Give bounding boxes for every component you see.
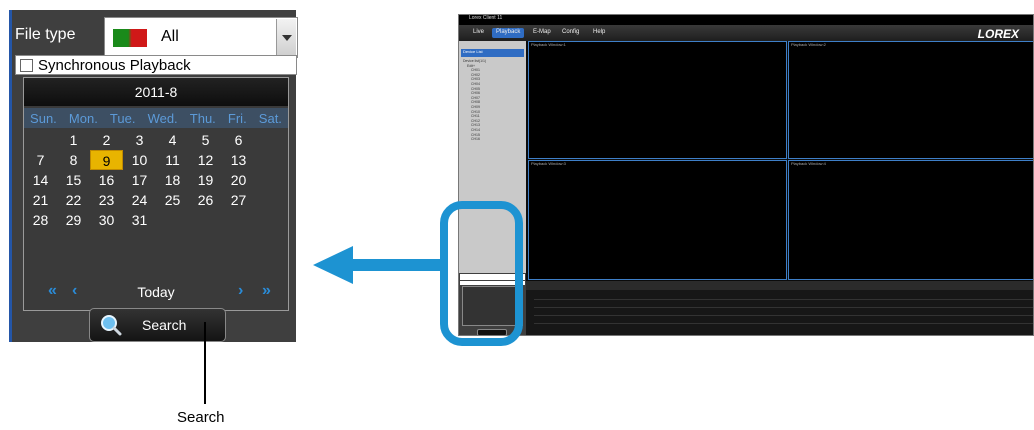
calendar-nav: « ‹ Today › » [24,278,288,308]
device-tree-node[interactable]: Device list(1/1) [463,59,486,64]
calendar: 2011-8 Sun. Mon. Tue. Wed. Thu. Fri. Sat… [23,77,289,311]
calendar-weekday-header: Sun. Mon. Tue. Wed. Thu. Fri. Sat. [24,108,288,128]
weekday-label: Wed. [147,110,178,126]
calendar-day[interactable]: 25 [156,190,189,210]
calendar-week-row: 14 15 16 17 18 19 20 [24,170,288,190]
playback-window-title: Playback Window:2 [791,42,826,47]
weekday-label: Sun. [30,110,57,126]
calendar-day[interactable]: 1 [57,130,90,150]
calendar-day[interactable]: 12 [189,150,222,170]
app-title: Lorex Client 11 [469,15,503,21]
tab-emap[interactable]: E-Map [529,28,555,38]
calendar-month: 2011-8 [24,78,288,106]
file-type-select[interactable]: All [104,17,298,58]
calendar-day[interactable]: 31 [123,210,156,230]
chevron-down-icon[interactable] [276,19,296,56]
file-type-row: File type All [12,12,299,60]
title-bar: Lorex Client 11 [459,15,1033,25]
arrow-left-icon [313,246,443,284]
timeline-track [534,315,1033,316]
calendar-day[interactable]: 2 [90,130,123,150]
calendar-day[interactable]: 7 [24,150,57,170]
calendar-day[interactable]: 24 [123,190,156,210]
calendar-day[interactable]: 15 [57,170,90,190]
weekday-label: Sat. [258,110,282,126]
calendar-day[interactable]: 20 [222,170,255,190]
tab-help[interactable]: Help [589,28,609,38]
calendar-day[interactable]: 6 [222,130,255,150]
device-list-header: Device List [461,49,524,57]
playback-window-3[interactable]: Playback Window:3 [528,160,787,280]
channel-item[interactable]: CH16 [463,137,486,142]
device-tree: Device list(1/1) Edit+ CH01 CH02 CH03 CH04 CH0… [463,59,486,142]
calendar-day[interactable]: 8 [57,150,90,170]
search-button-label: Search [142,317,187,333]
calendar-day[interactable]: 28 [24,210,57,230]
calendar-day[interactable]: 3 [123,130,156,150]
calendar-day[interactable]: 18 [156,170,189,190]
menu-bar: Live Playback E-Map Config Help LOREX [459,25,1033,41]
right-icon[interactable]: › [238,282,243,300]
calendar-day[interactable]: 23 [90,190,123,210]
highlight-ring [440,201,523,346]
callout-line [204,322,206,404]
timeline-controls[interactable] [526,281,1033,290]
calendar-day[interactable]: 16 [90,170,123,190]
calendar-day[interactable]: 26 [189,190,222,210]
calendar-day[interactable]: 21 [24,190,57,210]
calendar-day[interactable]: 13 [222,150,255,170]
playback-window-title: Playback Window:1 [531,42,566,47]
playback-window-4[interactable]: Playback Window:4 [788,160,1033,280]
calendar-day[interactable]: 5 [189,130,222,150]
playback-window-title: Playback Window:3 [531,161,566,166]
calendar-day[interactable]: 10 [123,150,156,170]
timeline-track [534,323,1033,324]
playback-window-1[interactable]: Playback Window:1 [528,41,787,159]
search-icon [101,315,122,336]
calendar-day[interactable]: 4 [156,130,189,150]
playback-window-2[interactable]: Playback Window:2 [788,41,1033,159]
double-right-icon[interactable]: » [262,282,271,300]
tab-config[interactable]: Config [558,28,583,38]
calendar-day[interactable]: 30 [90,210,123,230]
sync-playback-row[interactable]: Synchronous Playback [15,55,297,75]
weekday-label: Mon. [68,110,98,126]
file-type-value: All [161,28,179,45]
calendar-grid: 1 2 3 4 5 6 7 8 9 10 11 12 13 14 15 16 17 18 19 20 21 22 23 24 2… [24,130,288,230]
weekday-label: Tue. [109,110,136,126]
search-panel-zoom: File type All Synchronous Playback 2011-… [9,10,299,342]
tab-live[interactable]: Live [469,28,488,38]
calendar-day[interactable]: 19 [189,170,222,190]
weekday-label: Thu. [189,110,216,126]
calendar-week-row: 123456 [24,130,288,150]
timeline-track [534,307,1033,308]
playback-window-title: Playback Window:4 [791,161,826,166]
calendar-day[interactable]: 29 [57,210,90,230]
app-window-thumbnail: Lorex Client 11 Live Playback E-Map Conf… [458,14,1034,336]
playback-timeline[interactable] [526,281,1033,335]
sync-playback-checkbox[interactable] [20,59,33,72]
file-type-color-swatch [113,29,147,47]
calendar-day[interactable]: 14 [24,170,57,190]
calendar-day[interactable]: 9 [90,150,123,170]
calendar-day[interactable]: 11 [156,150,189,170]
brand-logo: LOREX [977,27,1019,41]
callout-caption: Search [177,409,225,426]
timeline-track [534,299,1033,300]
calendar-week-row: 7 8 9 10 11 12 13 [24,150,288,170]
today-button[interactable]: Today [24,284,288,300]
file-type-label: File type [15,26,76,43]
calendar-week-row: 21 22 23 24 25 26 27 [24,190,288,210]
sync-playback-label: Synchronous Playback [38,57,191,74]
calendar-day[interactable]: 27 [222,190,255,210]
tab-playback[interactable]: Playback [492,28,525,38]
calendar-day[interactable]: 22 [57,190,90,210]
weekday-label: Fri. [227,110,247,126]
calendar-week-row: 28 29 30 31 [24,210,288,230]
calendar-day[interactable]: 17 [123,170,156,190]
